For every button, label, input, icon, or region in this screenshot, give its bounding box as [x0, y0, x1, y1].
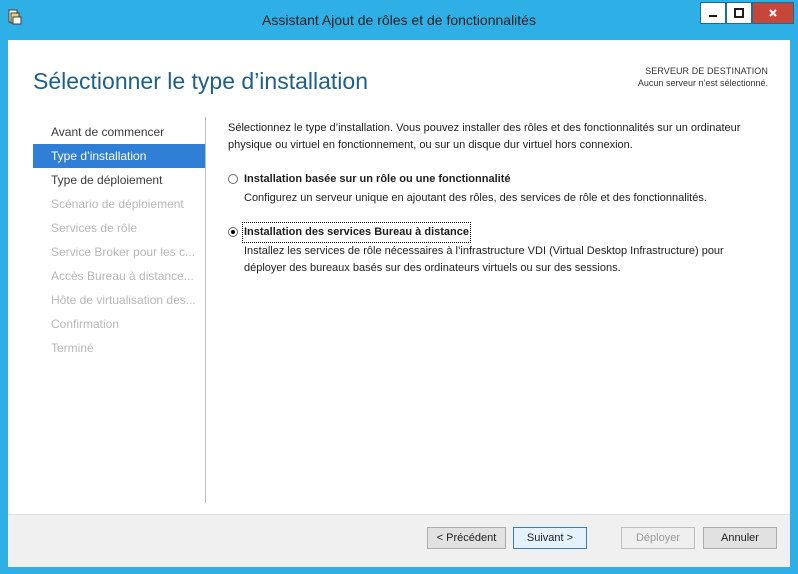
- cancel-button[interactable]: Annuler: [703, 527, 777, 549]
- nav-item-scenario-deploiement: Scénario de déploiement: [51, 197, 184, 211]
- close-icon: [769, 9, 777, 17]
- footer-bar: < Précédent Suivant > Déployer Annuler: [8, 514, 790, 567]
- minimize-icon: [709, 15, 717, 17]
- option-role-based-description: Configurez un serveur unique en ajoutant…: [244, 192, 707, 204]
- nav-item-type-deploiement[interactable]: Type de déploiement: [33, 168, 205, 192]
- option-remote-desktop-description: Installez les services de rôle nécessair…: [244, 245, 724, 274]
- wizard-window: Assistant Ajout de rôles et de fonctionn…: [0, 0, 798, 574]
- minimize-button[interactable]: [700, 2, 726, 24]
- title-bar[interactable]: Assistant Ajout de rôles et de fonctionn…: [0, 0, 798, 40]
- nav-item-hote-virtualisation: Hôte de virtualisation des...: [51, 293, 196, 307]
- destination-label: SERVEUR DE DESTINATION: [645, 66, 768, 76]
- next-button[interactable]: Suivant >: [513, 527, 587, 549]
- page-title: Sélectionner le type d’installation: [33, 68, 368, 94]
- option-remote-desktop-label[interactable]: Installation des services Bureau à dista…: [242, 222, 471, 243]
- nav-item-acces-bureau: Accès Bureau à distance...: [51, 269, 194, 283]
- nav-item-confirmation: Confirmation: [51, 317, 120, 331]
- destination-value: Aucun serveur n’est sélectionné.: [637, 78, 768, 88]
- window-title: Assistant Ajout de rôles et de fonctionn…: [262, 12, 536, 28]
- radio-remote-desktop[interactable]: [228, 227, 238, 237]
- option-role-based[interactable]: Installation basée sur un rôle ou une fo…: [228, 171, 768, 207]
- close-button[interactable]: [752, 2, 794, 24]
- nav-divider: [205, 117, 206, 503]
- destination-server: SERVEUR DE DESTINATION Aucun serveur n’e…: [638, 66, 768, 88]
- maximize-button[interactable]: [726, 2, 752, 24]
- maximize-icon: [734, 8, 744, 18]
- deploy-button: Déployer: [621, 527, 695, 549]
- nav-item-termine: Terminé: [51, 341, 94, 355]
- option-remote-desktop[interactable]: Installation des services Bureau à dista…: [228, 222, 768, 277]
- intro-text: Sélectionnez le type d’installation. Vou…: [228, 122, 741, 151]
- option-role-based-label[interactable]: Installation basée sur un rôle ou une fo…: [244, 171, 768, 188]
- content-panel: Sélectionner le type d’installation SERV…: [8, 40, 790, 566]
- radio-role-based[interactable]: [228, 174, 238, 184]
- nav-item-avant-de-commencer[interactable]: Avant de commencer: [33, 120, 205, 144]
- nav-item-type-installation[interactable]: Type d’installation: [33, 144, 205, 168]
- previous-button[interactable]: < Précédent: [427, 527, 506, 549]
- wizard-nav: Avant de commencer Type d’installation T…: [33, 120, 205, 360]
- nav-item-service-broker: Service Broker pour les c...: [51, 245, 196, 259]
- nav-item-services-de-role: Services de rôle: [51, 221, 138, 235]
- main-panel: Sélectionnez le type d’installation. Vou…: [228, 120, 768, 277]
